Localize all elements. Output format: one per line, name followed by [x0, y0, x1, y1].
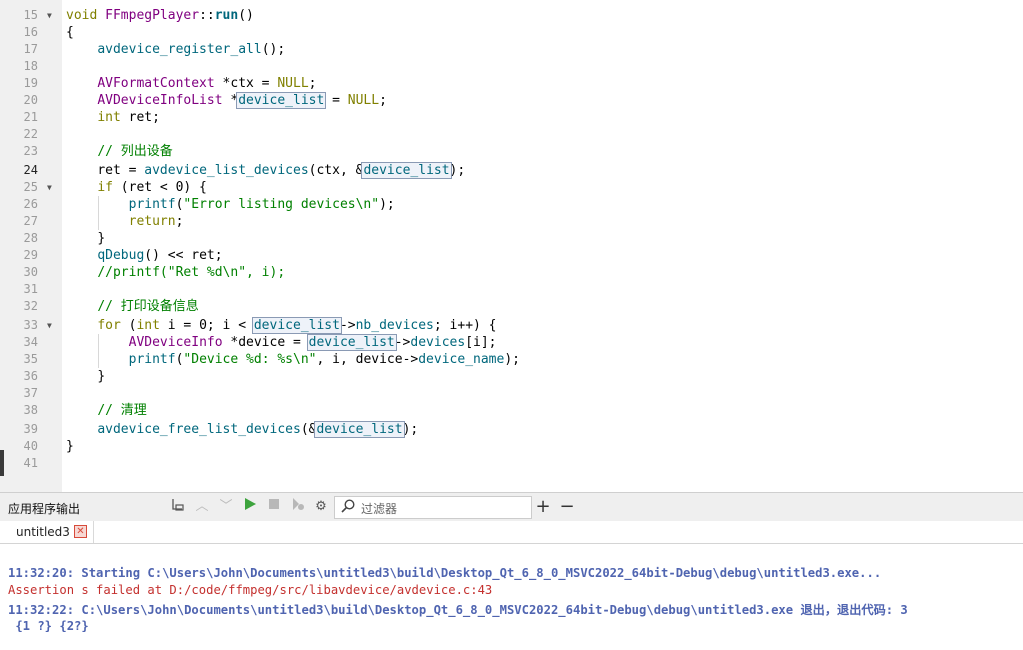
- stop-icon[interactable]: [264, 497, 284, 517]
- line-number: 41: [23, 456, 38, 470]
- line-number: 18: [23, 59, 38, 73]
- line-number: 26: [23, 197, 38, 211]
- code-line: for (int i = 0; i < device_list->nb_devi…: [97, 317, 497, 334]
- line-number: 40: [23, 439, 38, 453]
- line-number: 35: [23, 352, 38, 366]
- gutter-marker: [0, 450, 4, 476]
- line-number: 29: [23, 248, 38, 262]
- line-number: 22: [23, 127, 38, 141]
- line-number: 19: [23, 76, 38, 90]
- code-line: // 列出设备: [97, 144, 173, 159]
- line-number: 31: [23, 282, 38, 296]
- output-line-tail: {1 ?} {2?}: [8, 619, 89, 633]
- code-line: if (ret < 0) {: [97, 180, 207, 195]
- tab-untitled3[interactable]: untitled3 ✕: [4, 521, 94, 543]
- code-line: AVFormatContext *ctx = NULL;: [97, 76, 317, 91]
- line-number-current: 24: [23, 163, 38, 177]
- line-number: 32: [23, 299, 38, 313]
- output-line-exited: 11:32:22: C:\Users\John\Documents\untitl…: [8, 603, 908, 617]
- chevron-down-icon[interactable]: ﹀: [216, 497, 236, 517]
- code-line: void FFmpegPlayer::run(): [66, 8, 254, 23]
- run-icon[interactable]: [240, 497, 260, 517]
- line-number: 36: [23, 369, 38, 383]
- filter-placeholder: 过滤器: [361, 502, 398, 516]
- attach-icon[interactable]: [168, 497, 188, 517]
- code-line: int ret;: [97, 110, 160, 125]
- output-tab-bar: untitled3 ✕: [0, 521, 1023, 544]
- line-number: 25: [23, 180, 38, 194]
- line-number: 34: [23, 335, 38, 349]
- tab-label: untitled3: [16, 525, 70, 539]
- code-line: // 清理: [97, 403, 147, 418]
- line-number: 27: [23, 214, 38, 228]
- add-icon[interactable]: +: [533, 497, 553, 517]
- code-line: return;: [128, 214, 184, 229]
- line-number: 23: [23, 144, 38, 158]
- code-line: qDebug() << ret;: [97, 248, 223, 263]
- fold-arrow-icon[interactable]: ▼: [47, 317, 52, 334]
- application-output[interactable]: 11:32:20: Starting C:\Users\John\Documen…: [0, 544, 1023, 650]
- fold-arrow-icon[interactable]: ▼: [47, 7, 52, 24]
- line-number: 39: [23, 422, 38, 436]
- code-line: AVDeviceInfoList *device_list = NULL;: [97, 92, 387, 109]
- code-line: // 打印设备信息: [97, 299, 199, 314]
- line-number: 15: [23, 8, 38, 22]
- output-line-assertion: Assertion s failed at D:/code/ffmpeg/src…: [8, 583, 493, 597]
- line-number: 21: [23, 110, 38, 124]
- code-line-current: ret = avdevice_list_devices(ctx, &device…: [97, 162, 466, 179]
- line-number-gutter: 15 16 17 18 19 20 21 22 23 24 25 26 27 2…: [0, 0, 62, 492]
- search-icon: [340, 498, 356, 518]
- code-line: printf("Device %d: %s\n", i, device->dev…: [128, 352, 520, 367]
- debug-icon[interactable]: [288, 497, 308, 517]
- line-number: 37: [23, 386, 38, 400]
- line-number: 16: [23, 25, 38, 39]
- code-line: {: [66, 25, 74, 40]
- code-line: }: [66, 439, 74, 454]
- code-line: avdevice_register_all();: [97, 42, 286, 57]
- fold-arrow-icon[interactable]: ▼: [47, 179, 52, 196]
- code-line: }: [97, 231, 106, 246]
- close-icon[interactable]: ✕: [73, 525, 87, 538]
- line-number: 17: [23, 42, 38, 56]
- line-number: 33: [23, 318, 38, 332]
- line-number: 30: [23, 265, 38, 279]
- code-line: }: [97, 369, 106, 384]
- minus-icon[interactable]: −: [557, 497, 577, 517]
- line-number: 38: [23, 403, 38, 417]
- code-line: AVDeviceInfo *device = device_list->devi…: [128, 334, 497, 351]
- code-line: avdevice_free_list_devices(&device_list)…: [97, 421, 419, 438]
- gear-icon[interactable]: ⚙: [311, 497, 331, 517]
- filter-input[interactable]: 过滤器: [334, 496, 532, 519]
- panel-title: 应用程序输出: [8, 502, 81, 516]
- code-line: //printf("Ret %d\n", i);: [97, 265, 286, 280]
- code-line: printf("Error listing devices\n");: [128, 197, 395, 212]
- line-number: 28: [23, 231, 38, 245]
- output-panel-toolbar: 应用程序输出 ︿ ﹀ ⚙ 过滤器 + −: [0, 492, 1023, 521]
- output-line-starting: 11:32:20: Starting C:\Users\John\Documen…: [8, 566, 882, 580]
- code-editor[interactable]: 15 16 17 18 19 20 21 22 23 24 25 26 27 2…: [0, 0, 1023, 492]
- chevron-up-icon[interactable]: ︿: [192, 497, 212, 517]
- line-number: 20: [23, 93, 38, 107]
